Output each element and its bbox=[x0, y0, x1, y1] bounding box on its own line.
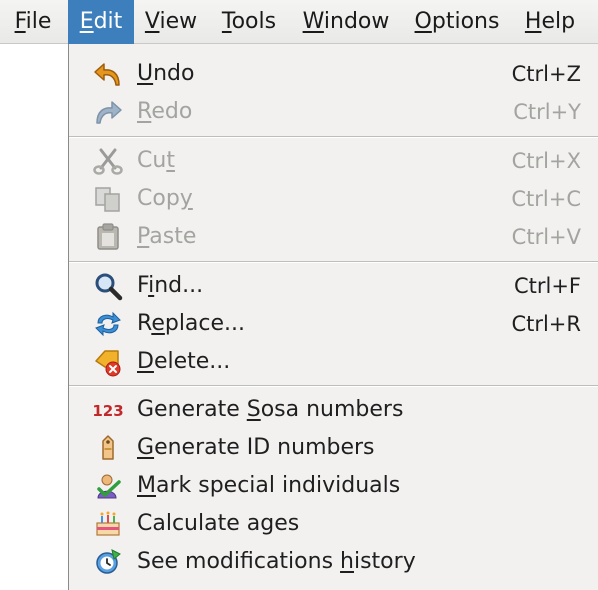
copy-label: Copy bbox=[137, 186, 193, 211]
menu-item-generate-sosa[interactable]: 123 Generate Sosa numbers bbox=[69, 391, 598, 429]
paste-label: Paste bbox=[137, 224, 197, 249]
menu-window-label: indow bbox=[323, 9, 390, 34]
replace-label: Replace... bbox=[137, 311, 246, 336]
magnifier-icon bbox=[95, 273, 123, 301]
modifications-history-label: See modifications history bbox=[137, 549, 416, 574]
menu-item-find[interactable]: Find... Ctrl+F bbox=[69, 267, 598, 305]
menu-options-mnemonic: O bbox=[414, 9, 432, 34]
history-clock-icon bbox=[96, 549, 121, 574]
menu-item-undo[interactable]: Undo Ctrl+Z bbox=[69, 55, 598, 93]
menu-view-mnemonic: V bbox=[144, 9, 160, 34]
find-label: Find... bbox=[137, 273, 204, 298]
menu-edit-label: dit bbox=[93, 9, 123, 34]
menu-item-delete[interactable]: Delete... bbox=[69, 343, 598, 381]
menu-file[interactable]: File bbox=[3, 0, 63, 44]
menu-view-label: iew bbox=[159, 9, 198, 34]
replace-arrows-icon bbox=[95, 311, 121, 337]
menu-separator bbox=[69, 261, 598, 263]
menu-item-modifications-history[interactable]: See modifications history bbox=[69, 543, 598, 581]
menu-item-cut[interactable]: Cut Ctrl+X bbox=[69, 142, 598, 180]
menu-tools[interactable]: Tools bbox=[208, 0, 290, 44]
menu-separator bbox=[69, 385, 598, 387]
menu-file-mnemonic: F bbox=[14, 9, 26, 34]
svg-text:123: 123 bbox=[93, 402, 123, 420]
menu-tools-label: ools bbox=[231, 9, 277, 34]
menu-item-paste[interactable]: Paste Ctrl+V bbox=[69, 218, 598, 256]
generate-sosa-label: Generate Sosa numbers bbox=[137, 397, 404, 422]
menu-edit[interactable]: Edit bbox=[68, 0, 134, 44]
redo-label: Redo bbox=[137, 99, 193, 124]
undo-icon bbox=[94, 63, 120, 86]
menu-file-label: ile bbox=[25, 9, 52, 34]
person-check-icon bbox=[97, 474, 121, 499]
menu-item-generate-id[interactable]: Generate ID numbers bbox=[69, 429, 598, 467]
mark-special-label: Mark special individuals bbox=[137, 473, 401, 498]
paste-shortcut: Ctrl+V bbox=[511, 225, 581, 249]
redo-icon bbox=[96, 101, 122, 124]
menu-window-mnemonic: W bbox=[302, 9, 324, 34]
delete-label: Delete... bbox=[137, 349, 231, 374]
menu-edit-mnemonic: E bbox=[79, 9, 94, 34]
menu-window[interactable]: Window bbox=[293, 0, 399, 44]
copy-shortcut: Ctrl+C bbox=[511, 187, 581, 211]
menu-options[interactable]: Options bbox=[402, 0, 512, 44]
application-window: File Edit View Tools Window Options Help… bbox=[0, 0, 598, 590]
cut-label: Cut bbox=[137, 148, 175, 173]
menu-item-copy[interactable]: Copy Ctrl+C bbox=[69, 180, 598, 218]
menu-options-label: ptions bbox=[431, 9, 500, 34]
birthday-cake-icon bbox=[96, 511, 120, 536]
numbers-123-icon: 123 bbox=[93, 402, 123, 420]
replace-shortcut: Ctrl+R bbox=[511, 312, 581, 336]
menu-separator bbox=[69, 136, 598, 138]
menu-help-mnemonic: H bbox=[524, 9, 542, 34]
scissors-icon bbox=[93, 148, 123, 175]
menu-item-redo[interactable]: Redo Ctrl+Y bbox=[69, 93, 598, 131]
menu-bar: File Edit View Tools Window Options Help bbox=[0, 0, 598, 44]
menu-view[interactable]: View bbox=[137, 0, 205, 44]
copy-icon bbox=[95, 187, 120, 212]
menu-help-label: elp bbox=[541, 9, 576, 34]
menu-item-replace[interactable]: Replace... Ctrl+R bbox=[69, 305, 598, 343]
generate-id-label: Generate ID numbers bbox=[137, 435, 375, 460]
menu-tools-mnemonic: T bbox=[221, 9, 232, 34]
clipboard-icon bbox=[97, 223, 119, 250]
menu-help[interactable]: Help bbox=[515, 0, 585, 44]
find-shortcut: Ctrl+F bbox=[513, 274, 581, 298]
edit-menu-dropdown: Undo Ctrl+Z Redo Ctrl+Y Cut Ctrl+X Copy … bbox=[68, 44, 598, 590]
menu-item-calculate-ages[interactable]: Calculate ages bbox=[69, 505, 598, 543]
delete-tag-icon bbox=[95, 350, 121, 377]
cut-shortcut: Ctrl+X bbox=[511, 149, 581, 173]
menu-item-mark-special[interactable]: Mark special individuals bbox=[69, 467, 598, 505]
undo-label: Undo bbox=[137, 61, 195, 86]
id-tag-icon bbox=[102, 435, 114, 460]
calculate-ages-label: Calculate ages bbox=[137, 511, 300, 536]
redo-shortcut: Ctrl+Y bbox=[513, 100, 581, 124]
undo-shortcut: Ctrl+Z bbox=[511, 62, 581, 86]
